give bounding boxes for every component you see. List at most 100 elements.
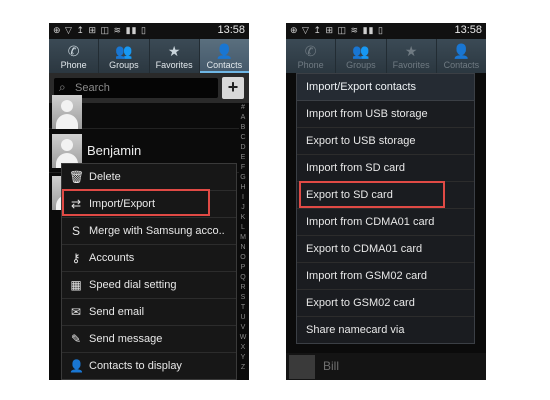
menu-item-send-email[interactable]: ✉ Send email xyxy=(62,299,236,326)
menu-item-label: Merge with Samsung acco.. xyxy=(89,225,225,237)
contacts-display-icon: 👤 xyxy=(69,359,84,373)
tab-phone[interactable]: ✆ Phone xyxy=(49,39,100,73)
index-letter[interactable]: B xyxy=(237,123,249,133)
index-letter[interactable]: D xyxy=(237,143,249,153)
highlight-box xyxy=(299,181,445,208)
menu-item-export-usb[interactable]: Export to USB storage xyxy=(297,128,474,155)
index-letter[interactable]: O xyxy=(237,253,249,263)
index-letter[interactable]: Y xyxy=(237,353,249,363)
menu-item-export-cdma[interactable]: Export to CDMA01 card xyxy=(297,236,474,263)
index-letter[interactable]: F xyxy=(237,163,249,173)
contact-row[interactable]: Bill xyxy=(286,353,486,380)
dialpad-icon: ▦ xyxy=(70,278,82,292)
menu-item-label: Import from SD card xyxy=(306,162,406,174)
avatar xyxy=(52,95,82,129)
menu-item-import-sd[interactable]: Import from SD card xyxy=(297,155,474,182)
search-icon: ⌕ xyxy=(59,80,66,94)
person-icon: 👤 xyxy=(452,43,471,59)
tab-label: Contacts xyxy=(206,60,243,70)
index-letter[interactable]: P xyxy=(237,263,249,273)
menu-item-share-namecard[interactable]: Share namecard via xyxy=(297,317,474,344)
trash-icon: 🗑 xyxy=(69,170,85,184)
tab-groups[interactable]: 👥 Groups xyxy=(99,39,150,73)
menu-item-accounts[interactable]: ⚷ Accounts xyxy=(62,245,236,272)
key-icon: ⚷ xyxy=(71,251,81,265)
index-letter[interactable]: U xyxy=(237,313,249,323)
index-letter[interactable]: Q xyxy=(237,273,249,283)
tab-contacts[interactable]: 👤 Contacts xyxy=(437,39,486,73)
contact-name: Bill xyxy=(323,359,340,373)
menu-item-speed-dial[interactable]: ▦ Speed dial setting xyxy=(62,272,236,299)
menu-item-label: Share namecard via xyxy=(306,324,405,336)
index-letter[interactable]: E xyxy=(237,153,249,163)
menu-item-label: Export to USB storage xyxy=(306,135,416,147)
tab-label: Phone xyxy=(297,60,324,70)
menu-item-label: Delete xyxy=(89,171,121,183)
index-letter[interactable]: W xyxy=(237,333,249,343)
index-letter[interactable]: H xyxy=(237,183,249,193)
menu-item-contacts-to-display[interactable]: 👤 Contacts to display xyxy=(62,353,236,380)
menu-item-delete[interactable]: 🗑 Delete xyxy=(62,164,236,191)
menu-item-import-cdma[interactable]: Import from CDMA01 card xyxy=(297,209,474,236)
index-letter[interactable]: N xyxy=(237,243,249,253)
index-letter[interactable]: T xyxy=(237,303,249,313)
highlight-box xyxy=(62,189,210,216)
index-letter[interactable]: # xyxy=(237,103,249,113)
index-letter[interactable]: M xyxy=(237,233,249,243)
menu-item-label: Export to CDMA01 card xyxy=(306,243,423,255)
tab-label: Favorites xyxy=(392,60,430,70)
tab-label: Groups xyxy=(346,60,376,70)
menu-item-export-gsm[interactable]: Export to GSM02 card xyxy=(297,290,474,317)
contact-row[interactable] xyxy=(49,95,239,129)
phone-icon: ✆ xyxy=(304,43,317,59)
samsung-icon: S xyxy=(71,224,80,238)
tab-phone[interactable]: ✆ Phone xyxy=(286,39,337,73)
status-time: 13:58 xyxy=(454,24,482,36)
tab-favorites[interactable]: ★ Favorites xyxy=(387,39,437,73)
index-letter[interactable]: J xyxy=(237,203,249,213)
index-letter[interactable]: L xyxy=(237,223,249,233)
index-letter[interactable]: Z xyxy=(237,363,249,373)
menu-item-label: Accounts xyxy=(89,252,135,264)
menu-item-label: Import from USB storage xyxy=(306,108,428,120)
index-letter[interactable]: R xyxy=(237,283,249,293)
menu-item-label: Send email xyxy=(89,306,145,318)
status-time: 13:58 xyxy=(217,24,245,36)
add-contact-button[interactable]: + xyxy=(222,77,244,99)
person-icon: 👤 xyxy=(215,43,234,59)
phone-screen-left: ⊕ ▽ ↥ ⊞ ◫ ≋ ▮▮ ▯ 13:58 ✆ Phone 👥 Groups … xyxy=(49,23,249,380)
dialog-title: Import/Export contacts xyxy=(306,81,417,93)
contact-name: Benjamin xyxy=(87,143,142,158)
star-icon: ★ xyxy=(404,43,418,59)
tab-label: Groups xyxy=(109,60,139,70)
phone-icon: ✆ xyxy=(67,43,80,59)
menu-item-merge-samsung[interactable]: S Merge with Samsung acco.. xyxy=(62,218,236,245)
index-letter[interactable]: I xyxy=(237,193,249,203)
search-placeholder: Search xyxy=(75,82,110,94)
groups-icon: 👥 xyxy=(352,43,370,59)
menu-item-label: Speed dial setting xyxy=(89,279,177,291)
index-letter[interactable]: V xyxy=(237,323,249,333)
tab-label: Contacts xyxy=(443,60,480,70)
message-icon: ✎ xyxy=(70,332,82,346)
index-letter[interactable]: A xyxy=(237,113,249,123)
index-letter[interactable]: G xyxy=(237,173,249,183)
tab-groups[interactable]: 👥 Groups xyxy=(336,39,387,73)
index-letter[interactable]: K xyxy=(237,213,249,223)
status-bar: ⊕ ▽ ↥ ⊞ ◫ ≋ ▮▮ ▯ 13:58 xyxy=(49,23,249,39)
menu-item-import-gsm[interactable]: Import from GSM02 card xyxy=(297,263,474,290)
index-letter[interactable]: C xyxy=(237,133,249,143)
alphabet-index[interactable]: # A B C D E F G H I J K L M N O P Q R S T U V W X Y Z xyxy=(237,103,249,380)
groups-icon: 👥 xyxy=(115,43,133,59)
phone-screen-right: ⊕ ▽ ↥ ⊞ ◫ ≋ ▮▮ ▯ 13:58 ✆ Phone 👥 Groups … xyxy=(286,23,486,380)
index-letter[interactable]: S xyxy=(237,293,249,303)
menu-item-label: Export to GSM02 card xyxy=(306,297,415,309)
star-icon: ★ xyxy=(167,43,181,59)
index-letter[interactable]: X xyxy=(237,343,249,353)
menu-item-send-message[interactable]: ✎ Send message xyxy=(62,326,236,353)
import-export-dialog: Import/Export contacts Import from USB s… xyxy=(296,73,475,344)
tab-contacts[interactable]: 👤 Contacts xyxy=(199,39,249,73)
menu-item-import-usb[interactable]: Import from USB storage xyxy=(297,101,474,128)
tab-favorites[interactable]: ★ Favorites xyxy=(150,39,200,73)
menu-item-label: Import from GSM02 card xyxy=(306,270,428,282)
